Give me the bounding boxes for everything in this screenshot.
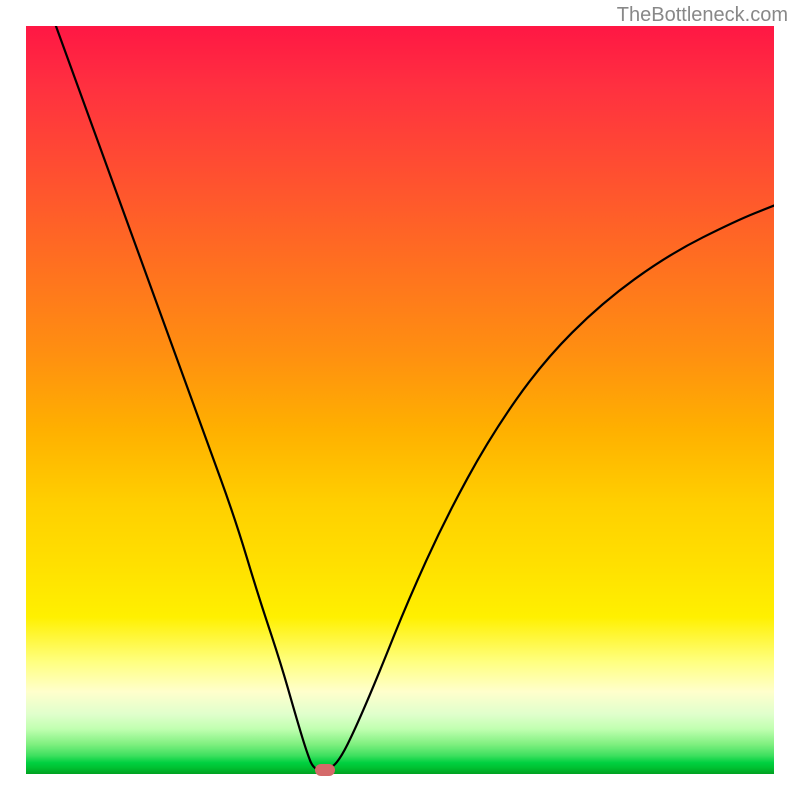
chart-plot-area xyxy=(26,26,774,774)
chart-container: TheBottleneck.com xyxy=(0,0,800,800)
optimal-marker xyxy=(315,764,335,776)
bottleneck-curve xyxy=(26,26,774,774)
watermark-text: TheBottleneck.com xyxy=(617,4,788,27)
